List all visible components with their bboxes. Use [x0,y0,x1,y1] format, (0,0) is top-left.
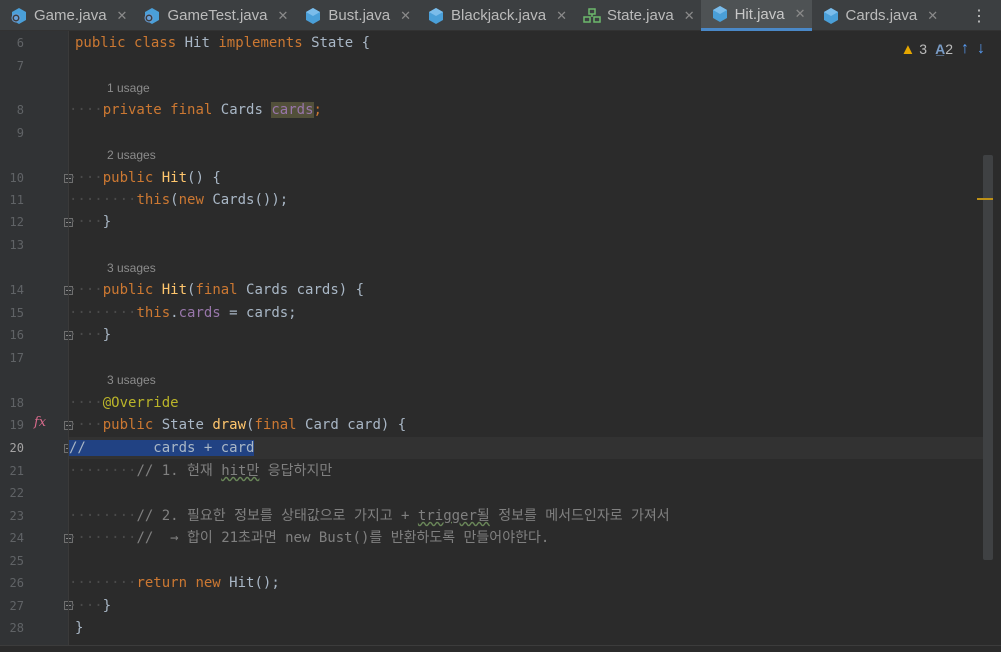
java-class-icon [143,7,161,25]
warning-icon: ▲ [900,40,916,58]
tab-blackjack-java[interactable]: Blackjack.java ✕ [417,0,573,31]
code-line-23: ········// 2. 필요한 정보를 상태값으로 가지고 + trigge… [69,508,670,524]
code-line-14: ····public Hit(final Cards cards) { [69,282,365,298]
line-number: 16 [9,328,24,342]
line-number-current: 20 [9,441,24,455]
tab-state-java[interactable]: State.java ✕ [573,0,701,31]
warning-stripe-marker[interactable] [977,198,993,200]
usage-hint[interactable]: 3 usages [107,373,156,387]
tab-hit-java[interactable]: Hit.java ✕ [700,0,812,31]
typos-indicator[interactable]: A̲2 [935,41,953,57]
line-number: 11 [9,193,24,207]
code-line-28: } [75,620,84,636]
tab-label: Hit.java [734,5,785,23]
code-line-18: ····@Override [69,395,179,411]
close-icon[interactable]: ✕ [400,8,411,24]
inspection-widget[interactable]: ▲ 3 A̲2 ↑ ↓ [901,40,985,58]
line-number: 6 [16,36,24,50]
line-number: 14 [9,283,24,297]
code-editor[interactable]: public class Hit implements State { 1 us… [69,31,984,652]
close-icon[interactable]: ✕ [795,6,806,22]
line-number: 21 [9,464,24,478]
close-icon[interactable]: ✕ [684,8,695,24]
spellcheck-icon: A̲ [935,41,946,57]
vertical-scrollbar[interactable] [983,155,993,560]
method-implementation-icon[interactable]: 𝑓x [34,415,46,430]
java-class-icon [822,7,840,25]
line-number: 18 [9,396,24,410]
next-highlight-arrow-icon[interactable]: ↓ [977,40,985,58]
tab-cards-java[interactable]: Cards.java ✕ [812,0,945,31]
line-number: 19 [9,418,24,432]
usage-hint[interactable]: 3 usages [107,261,156,275]
tab-label: Cards.java [845,7,918,24]
line-number: 8 [16,103,24,117]
tab-gametest-java[interactable]: GameTest.java ✕ [133,0,294,31]
code-line-8: ····private final Cards cards; [69,102,322,118]
usage-hint[interactable]: 2 usages [107,148,156,162]
usage-hint[interactable]: 1 usage [107,81,150,95]
tab-label: GameTest.java [167,7,268,24]
line-number: 13 [9,238,24,252]
code-line-27: ····} [69,598,112,614]
java-interface-icon [583,7,601,25]
editor-tab-bar: Game.java ✕ GameTest.java ✕ Bust.java ✕ … [0,0,1001,31]
close-icon[interactable]: ✕ [927,8,938,24]
typo-highlight: trigger될 [417,508,490,524]
close-icon[interactable]: ✕ [278,8,289,24]
tab-label: Bust.java [328,7,391,24]
editor-gutter: 6 7 8 9 10 11 12 13 14 15 16 17 18 19 20… [0,31,73,652]
code-line-21: ········// 1. 현재 hit만 응답하지만 [69,463,333,479]
line-number: 28 [9,621,24,635]
line-number: 23 [9,509,24,523]
code-line-20: // cards + card [69,437,984,459]
line-number: 27 [9,599,24,613]
tab-bust-java[interactable]: Bust.java ✕ [294,0,417,31]
code-line-15: ········this.cards = cards; [69,305,297,321]
horizontal-scrollbar[interactable] [0,645,1001,652]
line-number: 17 [9,351,24,365]
tab-label: State.java [606,7,674,24]
code-line-12: ····} [69,214,112,230]
line-number: 15 [9,306,24,320]
java-class-icon [304,7,322,25]
code-line-16: ····} [69,327,112,343]
line-number: 22 [9,486,24,500]
code-line-6: public class Hit implements State { [75,35,371,51]
more-tabs-menu-icon[interactable]: ⋮ [971,6,987,26]
typo-highlight: hit만 [221,463,260,479]
java-class-icon [10,7,28,25]
warnings-indicator[interactable]: ▲ 3 [901,41,928,58]
line-number: 7 [16,59,24,73]
close-icon[interactable]: ✕ [556,8,567,24]
code-line-26: ········return new Hit(); [69,575,280,591]
code-line-24: ········// → 합이 21초과면 new Bust()를 반환하도록 … [69,530,550,546]
code-line-10: ····public Hit() { [69,170,221,186]
code-line-11: ········this(new Cards()); [69,192,289,208]
line-number: 12 [9,215,24,229]
java-class-icon [711,5,729,23]
line-number: 25 [9,554,24,568]
java-class-icon [427,7,445,25]
text-selection: // cards + card [69,440,255,456]
line-number: 9 [16,126,24,140]
code-line-19: ····public State draw(final Card card) { [69,417,407,433]
previous-highlight-arrow-icon[interactable]: ↑ [961,40,969,58]
line-number: 26 [9,576,24,590]
tab-label: Game.java [34,7,107,24]
line-number: 24 [9,531,24,545]
tab-label: Blackjack.java [451,7,547,24]
field-highlight: cards [271,102,314,118]
line-number: 10 [9,171,24,185]
tab-game-java[interactable]: Game.java ✕ [0,0,133,31]
ide-window: Game.java ✕ GameTest.java ✕ Bust.java ✕ … [0,0,1001,652]
close-icon[interactable]: ✕ [117,8,128,24]
